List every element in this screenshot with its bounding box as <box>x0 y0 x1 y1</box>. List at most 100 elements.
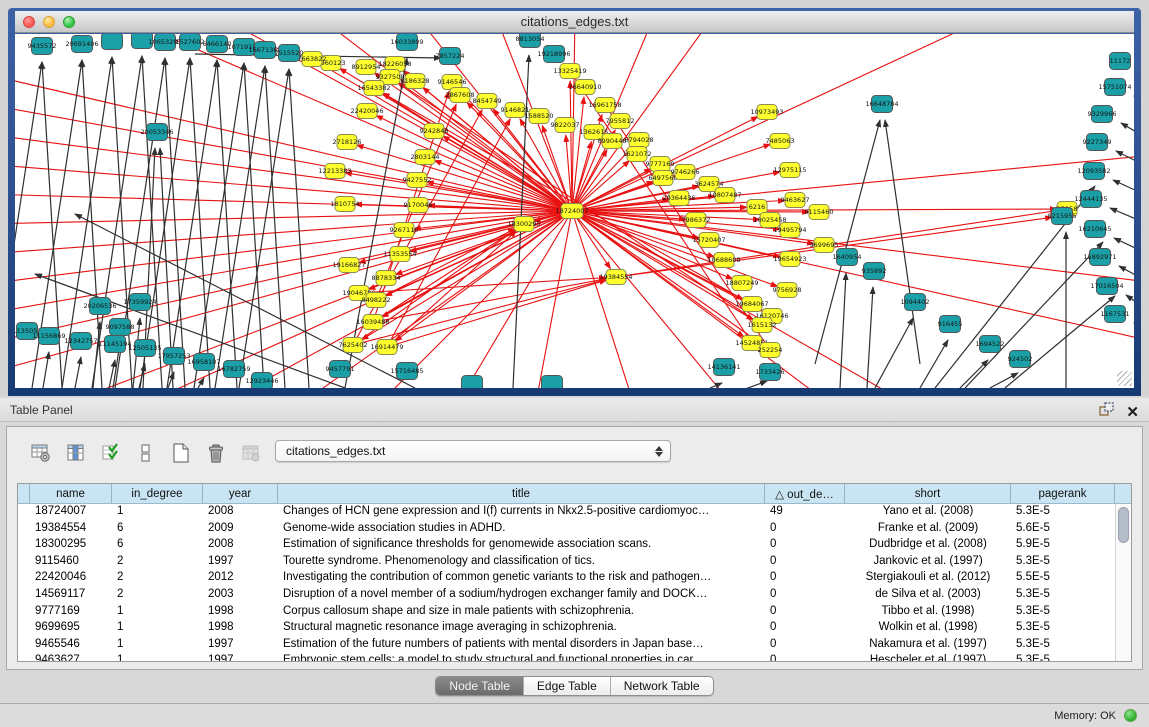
table-row[interactable]: 946554611997Estimation of the future num… <box>18 637 1115 654</box>
table-cell: Dudbridge et al. (2008) <box>845 537 1011 554</box>
float-panel-icon[interactable] <box>1098 401 1114 422</box>
table-row[interactable]: 2242004622012Investigating the contribut… <box>18 570 1115 587</box>
graph-node-label: 20691406 <box>65 40 98 48</box>
table-settings-icon[interactable] <box>29 441 53 465</box>
table-cell: 1997 <box>203 653 278 662</box>
column-header-name[interactable]: name <box>30 484 112 503</box>
graph-node-label: 1167531 <box>1101 310 1130 318</box>
table-cell: Wolkin et al. (1998) <box>845 620 1011 637</box>
column-header-out_degree[interactable]: △ out_de… <box>765 484 845 503</box>
window-resize-grip[interactable] <box>1117 371 1132 386</box>
graph-node[interactable] <box>462 376 483 389</box>
table-cell: 0 <box>765 620 845 637</box>
graph-node[interactable] <box>542 376 563 389</box>
tab-node-table[interactable]: Node Table <box>436 677 523 695</box>
table-cell: Tibbo et al. (1998) <box>845 604 1011 621</box>
table-row[interactable]: 1872400712008Changes of HCN gene express… <box>18 504 1115 521</box>
table-cell: 0 <box>765 521 845 538</box>
table-cell: 2003 <box>203 587 278 604</box>
graph-node-label: 18807249 <box>725 279 758 287</box>
table-selector-dropdown[interactable]: citations_edges.txt <box>275 440 671 462</box>
table-cell: 14569117 <box>30 587 112 604</box>
trash-icon[interactable] <box>204 441 228 465</box>
delete-table-icon[interactable] <box>239 441 263 465</box>
table-cell: 1 <box>112 620 203 637</box>
table-cell: 1998 <box>203 604 278 621</box>
table-cell: 1 <box>112 637 203 654</box>
graph-node-label: 22420046 <box>350 107 383 115</box>
graph-node[interactable] <box>102 34 123 50</box>
graph-edge <box>35 274 345 388</box>
row-gutter <box>18 637 30 654</box>
table-row[interactable]: 977716911998Corpus callosum shape and si… <box>18 604 1115 621</box>
table-cell: Changes of HCN gene expression and I(f) … <box>278 504 765 521</box>
graph-node-label: 11145194 <box>98 340 131 348</box>
tab-network-table[interactable]: Network Table <box>610 677 713 695</box>
graph-node-label: 20364436 <box>662 194 695 202</box>
table-row[interactable]: 946362711997Embryonic stem cells: a mode… <box>18 653 1115 662</box>
table-row[interactable]: 1456911722003Disruption of a novel membe… <box>18 587 1115 604</box>
new-document-icon[interactable] <box>169 441 193 465</box>
table-row[interactable]: 969969511998Structural magnetic resonanc… <box>18 620 1115 637</box>
graph-node-label: 12444135 <box>1074 195 1107 203</box>
graph-node-label: 3624574 <box>695 180 724 188</box>
graph-edge <box>15 104 572 211</box>
column-header-in_degree[interactable]: in_degree <box>112 484 203 503</box>
graph-node-label: 16210645 <box>1078 225 1111 233</box>
table-cell: 18300295 <box>30 537 112 554</box>
select-all-icon[interactable] <box>99 441 123 465</box>
table-cell: 19384554 <box>30 521 112 538</box>
graph-node-label: 8186328 <box>401 77 430 85</box>
graph-node-label: 12975115 <box>773 166 806 174</box>
row-gutter <box>18 653 30 662</box>
graph-node-label: 916455 <box>938 320 963 328</box>
table-row[interactable]: 1938455462009Genome-wide association stu… <box>18 521 1115 538</box>
table-scrollbar-thumb[interactable] <box>1118 507 1129 543</box>
status-bar: Memory: OK <box>0 703 1149 727</box>
close-panel-icon[interactable]: ✕ <box>1126 403 1139 421</box>
memory-ok-indicator[interactable] <box>1124 709 1137 722</box>
table-cell: 49 <box>765 504 845 521</box>
table-cell: Franke et al. (2009) <box>845 521 1011 538</box>
graph-node-label: 12093582 <box>1077 167 1110 175</box>
graph-node-label: 13325419 <box>553 67 586 75</box>
table-panel: Table Panel ✕ <box>0 396 1149 727</box>
table-row[interactable]: 1830029562008Estimation of significance … <box>18 537 1115 554</box>
table-cell: 6 <box>112 537 203 554</box>
window-titlebar[interactable]: citations_edges.txt <box>15 11 1134 33</box>
table-cell: 1 <box>112 604 203 621</box>
column-header-year[interactable]: year <box>203 484 278 503</box>
graph-edge <box>1113 180 1134 197</box>
graph-edge <box>737 381 767 388</box>
unselect-all-icon[interactable] <box>134 441 158 465</box>
table-row[interactable]: 911546021997Tourette syndrome. Phenomeno… <box>18 554 1115 571</box>
table-cell: 2 <box>112 587 203 604</box>
tab-edge-table[interactable]: Edge Table <box>523 677 610 695</box>
table-cell: 9777169 <box>30 604 112 621</box>
graph-node-label: 8498222 <box>362 296 391 304</box>
network-canvas[interactable]: 1872400789601238912954182260589327508165… <box>15 34 1134 388</box>
graph-node-label: 16782759 <box>217 365 250 373</box>
table-cell: Disruption of a novel member of a sodium… <box>278 587 765 604</box>
graph-node-label: 1588520 <box>525 112 554 120</box>
graph-node-label: 252254 <box>758 346 783 354</box>
graph-node-label: 9146546 <box>438 78 467 86</box>
table-cell: 5.3E-5 <box>1011 504 1115 521</box>
column-header-title[interactable]: title <box>278 484 765 503</box>
table-cell: 0 <box>765 537 845 554</box>
network-window: citations_edges.txt 18724007896012389129… <box>8 8 1141 396</box>
show-columns-icon[interactable] <box>64 441 88 465</box>
graph-edge <box>93 322 100 388</box>
table-scrollbar[interactable] <box>1115 504 1131 661</box>
graph-node-label: 11172 <box>1110 57 1131 65</box>
table-cell: 5.3E-5 <box>1011 653 1115 662</box>
graph-node-label: 15716485 <box>390 367 423 375</box>
table-cell: 6 <box>112 521 203 538</box>
table-cell: 5.3E-5 <box>1011 620 1115 637</box>
column-header-short[interactable]: short <box>845 484 1011 503</box>
column-header-pagerank[interactable]: pagerank <box>1011 484 1115 503</box>
graph-node-label: 924502 <box>1008 355 1033 363</box>
table-cell: de Silva et al. (2003) <box>845 587 1011 604</box>
table-body[interactable]: 1872400712008Changes of HCN gene express… <box>18 504 1115 661</box>
graph-node-label: 9170046 <box>404 201 433 209</box>
